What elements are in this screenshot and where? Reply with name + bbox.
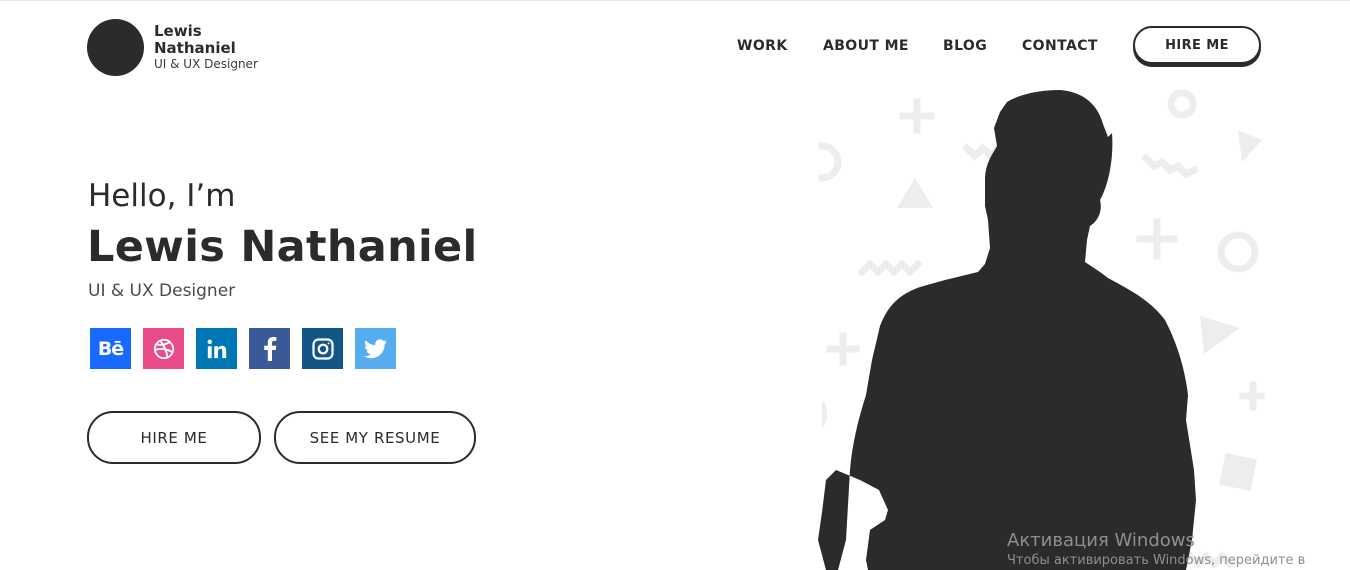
windows-activation-watermark: Активация Windows Чтобы активировать Win… xyxy=(1007,530,1305,568)
watermark-title: Активация Windows xyxy=(1007,530,1195,551)
watermark-subtitle: Чтобы активировать Windows, перейдите в xyxy=(1007,553,1306,568)
person-silhouette xyxy=(818,90,1196,570)
